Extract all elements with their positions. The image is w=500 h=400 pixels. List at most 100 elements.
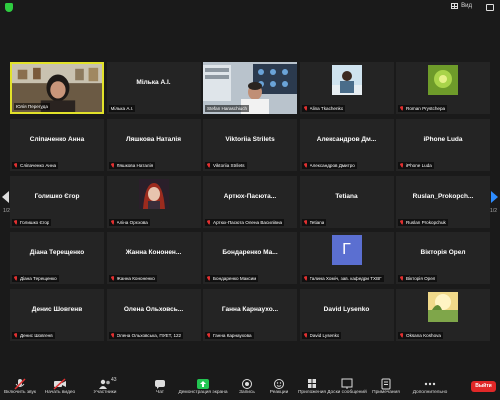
meeting-toolbar: Выйти Включить звук Начать видео 43 Участ… (0, 374, 500, 400)
participant-display-name: Александров Дмитро (309, 163, 355, 168)
mic-muted-icon (111, 220, 115, 225)
participant-tile[interactable]: Вікторія Орел Вікторія Орел (396, 232, 490, 284)
participant-tile[interactable]: Ляшкова Наталія Ляшкова Наталія (106, 119, 201, 171)
participant-label: Аліна Орєхова (108, 219, 150, 226)
grid-view-icon (451, 3, 459, 9)
participant-grid: Юлія Перегуда Мілька А.І. Мілька А.І. Stef… (10, 62, 490, 344)
participant-avatar (331, 65, 362, 95)
next-page-arrow-icon[interactable] (491, 191, 498, 203)
toolbar-label: Демонстрация экрана (178, 390, 228, 395)
participant-display-name: Галина Хоміч, зав. кафедри ТХВГ (309, 276, 382, 281)
mic-muted-icon (14, 276, 18, 281)
participant-display-name: iPhone Luda (406, 163, 432, 168)
apps-button[interactable]: Приложения (292, 377, 332, 395)
toolbar-label: Примечания (372, 390, 400, 395)
participant-tile[interactable]: David Lysenko David Lysenko (299, 289, 394, 341)
mic-muted-icon (14, 220, 18, 225)
mic-button[interactable]: Включить звук (0, 377, 40, 395)
participant-tile[interactable]: Жанна Кононен... Жанна Кононенко (106, 232, 201, 284)
mic-muted-icon (13, 377, 27, 390)
whiteboard-button[interactable]: Доски сообщений (327, 377, 367, 395)
participant-tile[interactable]: Сліпаченко Анна Сліпаченко Анна (10, 119, 104, 171)
mic-muted-icon (207, 220, 211, 225)
participant-name: Олена Ольховсь... (123, 306, 184, 313)
participant-tile[interactable]: Roman Prystchepa (396, 62, 490, 114)
participant-tile[interactable]: Голишко Єгор Голишко Єгор (10, 176, 104, 228)
participant-tile[interactable]: Alina Tkachenko (299, 62, 394, 114)
participant-display-name: Stefan Haraschiuch (207, 106, 248, 111)
leave-button[interactable]: Выйти (471, 381, 496, 392)
view-button[interactable]: Вид (451, 3, 472, 9)
video-off-icon (53, 377, 67, 390)
participant-tile[interactable]: Олена Ольховсь... Олена Ольховська, ПУЕТ,… (106, 289, 201, 341)
participant-label: Олена Ольховська, ПУЕТ, 122 (108, 332, 184, 339)
participant-tile[interactable]: Денис Шовгенв Денис Шовгенв (10, 289, 104, 341)
participant-label: Голишко Єгор (12, 219, 52, 226)
toolbar-label: Дополнительно (412, 390, 448, 395)
participant-tile[interactable]: Юлія Перегуда (10, 62, 104, 114)
mic-muted-icon (400, 220, 404, 225)
view-label: Вид (461, 3, 472, 9)
mic-muted-icon (111, 276, 115, 281)
participant-label: Ганна Карнаухова (205, 332, 254, 339)
security-shield-icon[interactable] (5, 3, 13, 12)
participants-icon: 43 (98, 377, 117, 389)
participant-tile[interactable]: Діана Терещенко Діана Терещенко (10, 232, 104, 284)
participant-tile[interactable]: Oksana Koshova (396, 289, 490, 341)
more-icon (423, 377, 437, 389)
mic-muted-icon (111, 163, 115, 168)
participant-tile[interactable]: Александров Дм... Александров Дмитро (299, 119, 394, 171)
participant-display-name: Юлія Перегуда (16, 104, 48, 109)
toolbar-label: Доски сообщений (327, 390, 367, 395)
toolbar-label: Чат (156, 390, 164, 395)
share-button[interactable]: Демонстрация экрана (178, 377, 228, 395)
participant-tile[interactable]: iPhone Luda iPhone Luda (396, 119, 490, 171)
participant-tile[interactable]: Viktoriia Strilets Viktoriia Strilets (203, 119, 297, 171)
participant-label: Roman Prystchepa (398, 105, 448, 112)
participant-tile[interactable]: Бондаренко Ма... Бондаренко Максим (203, 232, 297, 284)
participant-label: Юлія Перегуда (14, 103, 50, 110)
mic-muted-icon (304, 276, 308, 281)
participant-display-name: Аліна Орєхова (116, 220, 148, 225)
participant-display-name: Roman Prystchepa (406, 106, 446, 111)
participant-label: Артюх-Пасюта Олена Василівна (205, 219, 285, 226)
participant-display-name: Бондаренко Максим (213, 276, 257, 281)
chat-button[interactable]: Чат (140, 377, 180, 395)
toolbar-label: Включить звук (4, 390, 36, 395)
mic-muted-icon (304, 220, 308, 225)
participant-label: Tetiana (301, 219, 327, 226)
participant-display-name: Олена Ольховська, ПУЕТ, 122 (116, 333, 182, 338)
video-button[interactable]: Начать видео (40, 377, 80, 395)
participant-tile[interactable]: Ruslan_Prokopch... Ruslan Prokopchuk (396, 176, 490, 228)
participants-button[interactable]: 43 Участники (85, 377, 125, 395)
participant-name: Вікторія Орел (420, 249, 466, 256)
participant-name: Бондаренко Ма... (222, 249, 278, 256)
participant-name: Viktoriia Strilets (225, 136, 275, 143)
participant-tile[interactable]: Ганна Карнаухо... Ганна Карнаухова (203, 289, 297, 341)
reactions-icon (272, 377, 286, 389)
participant-tile[interactable]: Г Галина Хоміч, зав. кафедри ТХВГ (299, 232, 394, 284)
participant-tile[interactable]: Аліна Орєхова (106, 176, 201, 228)
more-button[interactable]: Дополнительно (410, 377, 450, 395)
participant-label: Бондаренко Максим (205, 275, 259, 282)
toolbar-label: Начать видео (44, 390, 76, 395)
chat-icon (153, 377, 167, 389)
participant-tile[interactable]: Мілька А.І. Мілька А.І. (106, 62, 201, 114)
participant-label: Ляшкова Наталія (108, 162, 156, 169)
record-icon (240, 377, 254, 389)
notes-button[interactable]: Примечания (366, 377, 406, 395)
mic-muted-icon (111, 333, 115, 338)
participant-tile[interactable]: Tetiana Tetiana (299, 176, 394, 228)
participant-tile[interactable]: Артюх-Пасюта... Артюх-Пасюта Олена Василі… (203, 176, 297, 228)
participant-name: Сліпаченко Анна (29, 136, 85, 143)
mic-muted-icon (304, 163, 308, 168)
prev-page-arrow-icon[interactable] (2, 191, 9, 203)
participant-name: Ruslan_Prokopch... (412, 193, 474, 200)
fullscreen-icon[interactable] (486, 4, 494, 11)
participant-avatar (428, 65, 458, 95)
participant-name: Александров Дм... (316, 136, 377, 143)
participant-tile[interactable]: Stefan Haraschiuch (203, 62, 297, 114)
toolbar-label: Реакции (269, 390, 289, 395)
participant-name: iPhone Luda (423, 136, 463, 143)
participant-label: iPhone Luda (398, 162, 434, 169)
